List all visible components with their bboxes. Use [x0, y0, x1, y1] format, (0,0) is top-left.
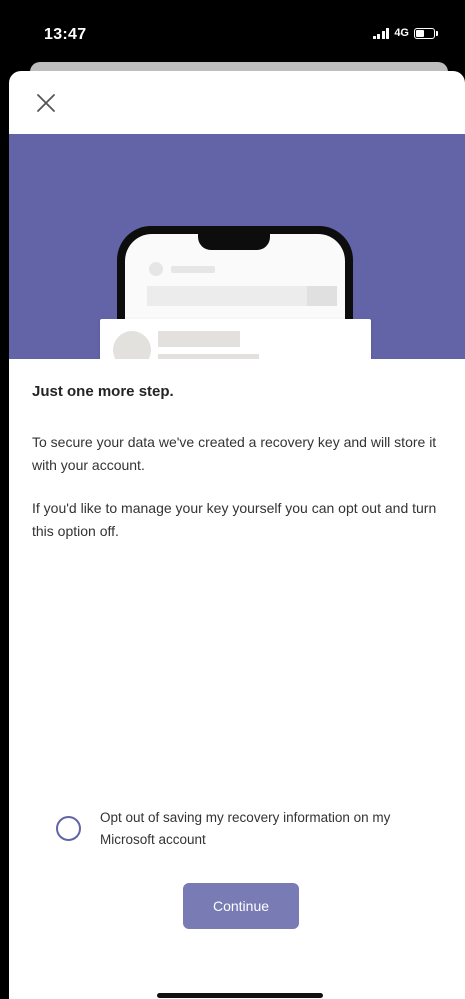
- continue-button[interactable]: Continue: [183, 883, 299, 929]
- account-card-illustration: [100, 319, 371, 359]
- status-bar: 13:47 4G: [0, 0, 465, 68]
- network-type: 4G: [394, 27, 409, 39]
- description-paragraph-1: To secure your data we've created a reco…: [32, 434, 437, 473]
- recovery-key-modal: Just one more step. To secure your data …: [9, 71, 465, 999]
- signal-icon: [372, 27, 390, 39]
- description-paragraph-2: If you'd like to manage your key yoursel…: [32, 500, 437, 539]
- modal-title: Just one more step.: [32, 383, 174, 400]
- hero-illustration: [9, 134, 465, 359]
- opt-out-label[interactable]: Opt out of saving my recovery informatio…: [100, 807, 440, 851]
- close-button[interactable]: [34, 91, 58, 115]
- opt-out-radio[interactable]: [56, 816, 81, 841]
- avatar-placeholder: [113, 331, 151, 359]
- status-indicators: 4G: [372, 27, 438, 39]
- home-indicator: [157, 993, 323, 998]
- close-icon: [37, 94, 55, 112]
- battery-icon: [414, 27, 438, 39]
- status-time: 13:47: [44, 26, 87, 43]
